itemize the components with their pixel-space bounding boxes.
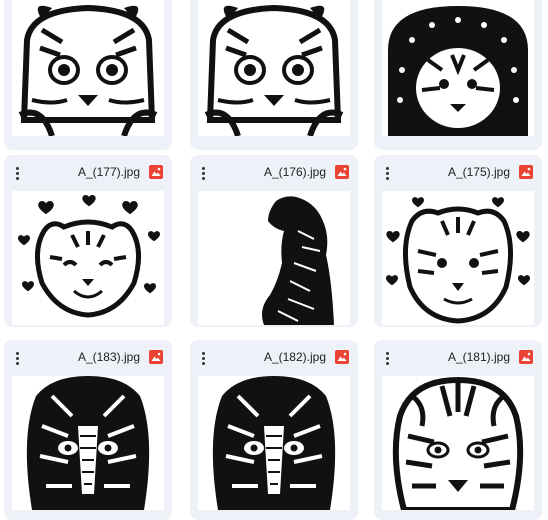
- ornate-tiger-thumbnail: [198, 376, 350, 510]
- file-card[interactable]: [374, 0, 542, 150]
- more-options-button[interactable]: [8, 163, 26, 183]
- ornate-tiger-thumbnail: [12, 376, 164, 510]
- image-file-icon: [149, 350, 163, 364]
- image-file-icon: [335, 350, 349, 364]
- image-thumbnail[interactable]: [382, 191, 534, 325]
- tiger-face-hearts-thumbnail: [382, 191, 534, 325]
- image-file-icon: [519, 350, 533, 364]
- file-card[interactable]: A_(177).jpg: [4, 155, 172, 327]
- image-file-icon: [149, 165, 163, 179]
- file-name: A_(175).jpg: [447, 165, 510, 179]
- image-file-icon: [519, 165, 533, 179]
- file-name: A_(177).jpg: [77, 165, 140, 179]
- image-thumbnail[interactable]: [198, 376, 350, 510]
- image-thumbnail[interactable]: [198, 191, 350, 325]
- image-thumbnail[interactable]: [382, 376, 534, 510]
- tiger-face-thumbnail: [382, 376, 534, 510]
- tiger-cub-thumbnail: [12, 0, 164, 136]
- file-name: A_(182).jpg: [263, 350, 326, 364]
- smiling-tiger-thumbnail: [12, 191, 164, 325]
- file-card[interactable]: A_(182).jpg: [190, 340, 358, 520]
- image-thumbnail[interactable]: [12, 0, 164, 136]
- tiger-silhouette-thumbnail: [198, 191, 350, 325]
- tiger-hearts-arch-thumbnail: [382, 0, 534, 136]
- file-card[interactable]: A_(183).jpg: [4, 340, 172, 520]
- image-file-icon: [335, 165, 349, 179]
- more-options-button[interactable]: [194, 348, 212, 368]
- more-options-button[interactable]: [378, 348, 396, 368]
- file-card[interactable]: A_(181).jpg: [374, 340, 542, 520]
- file-card[interactable]: A_(175).jpg: [374, 155, 542, 327]
- image-thumbnail[interactable]: [382, 0, 534, 136]
- tiger-cub-thumbnail: [198, 0, 350, 136]
- more-options-button[interactable]: [8, 348, 26, 368]
- more-options-button[interactable]: [378, 163, 396, 183]
- file-card[interactable]: [190, 0, 358, 150]
- image-thumbnail[interactable]: [198, 0, 350, 136]
- file-card[interactable]: [4, 0, 172, 150]
- image-thumbnail[interactable]: [12, 376, 164, 510]
- file-card[interactable]: A_(176).jpg: [190, 155, 358, 327]
- file-name: A_(183).jpg: [77, 350, 140, 364]
- image-thumbnail[interactable]: [12, 191, 164, 325]
- file-name: A_(176).jpg: [263, 165, 326, 179]
- file-name: A_(181).jpg: [447, 350, 510, 364]
- more-options-button[interactable]: [194, 163, 212, 183]
